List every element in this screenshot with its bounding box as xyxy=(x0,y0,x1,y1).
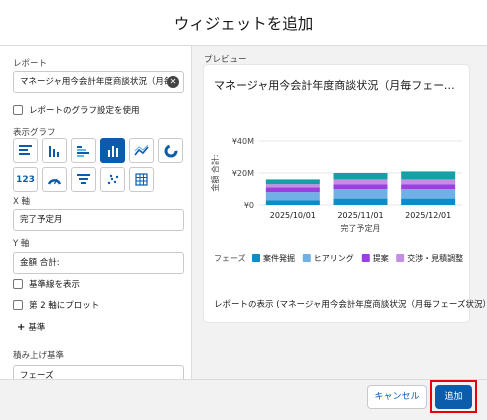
modal-header: ウィジェットを追加 xyxy=(0,0,487,46)
legend-entry: ヒアリング xyxy=(314,253,354,263)
chart-type-vertical-bar-button[interactable] xyxy=(42,138,67,163)
preview-card-title: マネージャ用今会計年度商談状況（月毎フェーズ… xyxy=(214,79,459,92)
x-axis-value: 完了予定月 xyxy=(20,215,63,225)
legend-title: フェーズ xyxy=(214,253,246,263)
chart-type-table-button[interactable] xyxy=(129,167,154,192)
chart-type-scatter-button[interactable] xyxy=(100,167,125,192)
checkbox-box[interactable] xyxy=(13,279,23,289)
show-reference-line-label: 基準線を表示 xyxy=(29,280,81,290)
checkbox-box[interactable] xyxy=(13,105,23,115)
x-axis-title: 完了予定月 xyxy=(341,223,381,233)
table-icon xyxy=(135,173,148,186)
modal-body: レポート マネージャ用今会計年度商談状況（月毎 ✕ レポートのグラフ設定を使用 … xyxy=(0,46,487,379)
chart-type-line-button[interactable] xyxy=(129,138,154,163)
chart-type-metric-button[interactable]: 123 xyxy=(13,167,38,192)
x-tick-label: 2025/12/01 xyxy=(405,211,451,220)
y-axis-select[interactable]: 金額 合計: xyxy=(13,252,184,274)
stacked-bar-chart: ¥0 ¥20M ¥40M 金額 合計: 2025/10/01 2025/11/01 2025… xyxy=(210,137,463,263)
cancel-button[interactable]: キャンセル xyxy=(367,385,427,409)
legend-swatch xyxy=(396,254,405,262)
metric-icon: 123 xyxy=(16,174,35,185)
add-reference-label: 基準 xyxy=(28,323,46,333)
legend-swatch xyxy=(361,254,370,262)
plus-icon: + xyxy=(17,322,26,333)
display-chart-label: 表示グラフ xyxy=(13,128,56,138)
chart-type-horizontal-bar-button[interactable] xyxy=(13,138,38,163)
checkbox-box[interactable] xyxy=(13,300,23,310)
bar-segment xyxy=(333,184,388,189)
bar-segment xyxy=(265,187,320,193)
vertical-bar-icon xyxy=(48,145,59,157)
plot-second-axis-label: 第 2 軸にプロット xyxy=(29,301,100,311)
plot-second-axis-checkbox[interactable]: 第 2 軸にプロット xyxy=(13,299,99,311)
settings-panel[interactable]: レポート マネージャ用今会計年度商談状況（月毎 ✕ レポートのグラフ設定を使用 … xyxy=(0,46,192,379)
bar-segment xyxy=(401,184,456,189)
bar-segment xyxy=(401,171,456,180)
funnel-icon xyxy=(77,174,90,184)
use-report-chart-label: レポートのグラフ設定を使用 xyxy=(29,106,140,116)
stacked-bar-icon xyxy=(107,145,118,157)
bar-segment xyxy=(265,184,320,188)
bar-segment xyxy=(333,198,388,205)
report-value: マネージャ用今会計年度商談状況（月毎 xyxy=(20,77,168,87)
modal-footer: キャンセル 追加 xyxy=(0,379,487,420)
y-tick-label: ¥20M xyxy=(232,169,254,178)
bar-segment xyxy=(333,189,388,199)
legend-swatch xyxy=(252,254,260,262)
legend-entry: 提案 xyxy=(373,253,389,263)
chart-type-gauge-button[interactable] xyxy=(42,167,67,192)
preview-label: プレビュー xyxy=(204,55,247,65)
show-reference-line-checkbox[interactable]: 基準線を表示 xyxy=(13,278,80,290)
view-report-link[interactable]: レポートの表示 (マネージャ用今会計年度商談状況（月毎フェーズ状況）) xyxy=(214,298,487,310)
horizontal-bar-icon xyxy=(19,145,32,155)
stack-by-label: 積み上げ基準 xyxy=(13,351,65,361)
preview-panel: プレビュー マネージャ用今会計年度商談状況（月毎フェーズ… ¥0 ¥20M ¥40M… xyxy=(192,46,487,379)
bar-segment xyxy=(333,179,388,185)
highlight-box xyxy=(430,380,477,413)
stack-by-select[interactable]: フェーズ xyxy=(13,365,184,379)
clear-icon[interactable]: ✕ xyxy=(167,76,179,88)
scatter-icon xyxy=(107,174,118,184)
gauge-icon xyxy=(47,178,62,185)
modal-title: ウィジェットを追加 xyxy=(173,15,314,33)
report-lookup-field[interactable]: マネージャ用今会計年度商談状況（月毎 ✕ xyxy=(13,71,184,93)
bar-segment xyxy=(333,173,388,180)
report-label: レポート xyxy=(13,59,48,69)
bar-segment xyxy=(401,179,456,185)
y-axis-title: 金額 合計: xyxy=(210,154,220,191)
bar-segment xyxy=(401,198,456,205)
x-axis-label: X 軸 xyxy=(13,197,31,207)
add-reference-button[interactable]: + 基準 xyxy=(17,321,45,333)
bar-segment xyxy=(265,192,320,201)
x-tick-label: 2025/10/01 xyxy=(270,211,316,220)
chart-type-funnel-button[interactable] xyxy=(71,167,96,192)
y-tick-label: ¥40M xyxy=(232,137,254,146)
donut-icon xyxy=(164,144,177,157)
y-tick-label: ¥0 xyxy=(244,201,254,210)
y-axis-value: 金額 合計: xyxy=(20,258,60,268)
legend-swatch xyxy=(302,254,311,262)
x-axis-select[interactable]: 完了予定月 xyxy=(13,209,184,231)
chart-type-stacked-bar-button[interactable] xyxy=(100,138,125,163)
legend-entry: 交渉・見積調整 xyxy=(407,253,463,263)
chart-type-grouped-bar-button[interactable] xyxy=(71,138,96,163)
legend-entry: 案件発掘 xyxy=(263,253,295,263)
stack-by-value: フェーズ xyxy=(20,371,54,379)
bar-segment xyxy=(401,189,456,199)
bar-segment xyxy=(265,179,320,185)
chart-type-donut-button[interactable] xyxy=(158,138,183,163)
line-chart-icon xyxy=(134,144,149,155)
grouped-bar-icon xyxy=(77,145,89,157)
use-report-chart-checkbox[interactable]: レポートのグラフ設定を使用 xyxy=(13,104,140,116)
y-axis-label: Y 軸 xyxy=(13,239,30,249)
bar-segment xyxy=(265,200,320,205)
preview-card: マネージャ用今会計年度商談状況（月毎フェーズ… ¥0 ¥20M ¥40M 金額 合計:… xyxy=(204,65,487,322)
x-tick-label: 2025/11/01 xyxy=(337,211,383,220)
